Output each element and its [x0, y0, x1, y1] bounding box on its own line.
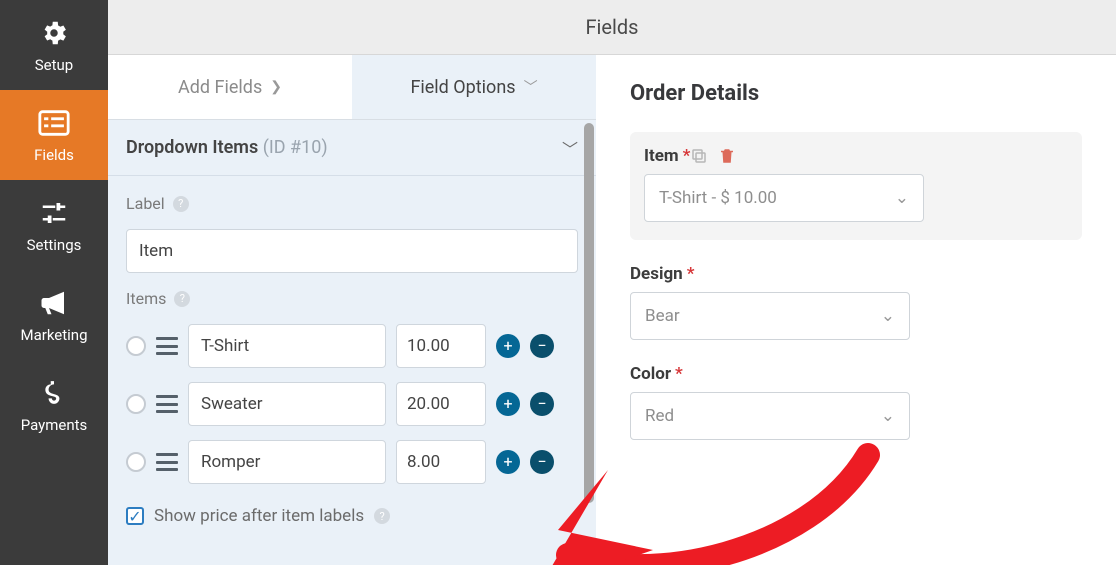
tab-label: Field Options: [410, 77, 515, 98]
label-input[interactable]: [126, 229, 578, 273]
item-name-input[interactable]: [188, 382, 386, 426]
preview-title: Order Details: [630, 81, 1082, 106]
chevron-right-icon: ❯: [270, 79, 282, 95]
options-panel: Add Fields ❯ Field Options ﹀ Dropdown It…: [108, 55, 596, 565]
default-radio[interactable]: [126, 336, 146, 356]
preview-field-color[interactable]: Color* Red ⌄: [630, 364, 1082, 440]
main-column: Fields Add Fields ❯ Field Options ﹀ Drop…: [108, 0, 1116, 565]
sidebar-item-marketing[interactable]: Marketing: [0, 270, 108, 360]
item-name-input[interactable]: [188, 324, 386, 368]
label-heading: Label ?: [126, 194, 578, 213]
checkbox-label: Show price after item labels: [154, 506, 364, 526]
section-id: (ID #10): [263, 137, 328, 158]
sidebar-item-settings[interactable]: Settings: [0, 180, 108, 270]
select-value: T-Shirt - $ 10.00: [659, 188, 777, 208]
topbar: Fields: [108, 0, 1116, 55]
tab-field-options[interactable]: Field Options ﹀: [352, 55, 596, 119]
help-icon[interactable]: ?: [174, 291, 190, 307]
items-list: + − + −: [126, 324, 578, 484]
duplicate-icon[interactable]: [690, 147, 708, 165]
gear-icon: [37, 16, 71, 50]
tab-label: Add Fields: [178, 77, 262, 98]
remove-item-button[interactable]: −: [530, 392, 554, 416]
chevron-down-icon: ⌄: [881, 406, 895, 426]
list-icon: [37, 106, 71, 140]
show-price-checkbox-row[interactable]: ✓ Show price after item labels ?: [126, 500, 578, 526]
trash-icon[interactable]: [718, 147, 736, 165]
design-select[interactable]: Bear ⌄: [630, 292, 910, 340]
default-radio[interactable]: [126, 394, 146, 414]
item-price-input[interactable]: [396, 324, 486, 368]
scrollbar[interactable]: [582, 55, 596, 565]
sidebar-item-label: Setup: [35, 56, 73, 74]
select-value: Red: [645, 406, 674, 426]
sidebar-item-label: Marketing: [20, 326, 87, 344]
item-row: + −: [126, 324, 578, 368]
item-name-input[interactable]: [188, 440, 386, 484]
tab-add-fields[interactable]: Add Fields ❯: [108, 55, 352, 119]
item-price-input[interactable]: [396, 440, 486, 484]
items-heading: Items ?: [126, 289, 578, 308]
required-asterisk: *: [687, 264, 695, 284]
drag-handle-icon[interactable]: [156, 453, 178, 471]
preview-field-item[interactable]: Item* T-Shirt - $ 10.00 ⌄: [630, 132, 1082, 240]
item-row: + −: [126, 382, 578, 426]
preview-field-design[interactable]: Design* Bear ⌄: [630, 264, 1082, 340]
form-preview: Order Details Item* T-Shirt - $ 10.00: [596, 55, 1116, 565]
item-select[interactable]: T-Shirt - $ 10.00 ⌄: [644, 174, 924, 222]
sidebar-item-setup[interactable]: Setup: [0, 0, 108, 90]
help-icon[interactable]: ?: [173, 196, 189, 212]
remove-item-button[interactable]: −: [530, 334, 554, 358]
sidebar-item-label: Payments: [21, 416, 88, 434]
page-title: Fields: [586, 15, 639, 39]
item-row: + −: [126, 440, 578, 484]
add-item-button[interactable]: +: [496, 334, 520, 358]
chevron-down-icon: ﹀: [562, 136, 578, 160]
sidebar-item-payments[interactable]: Payments: [0, 360, 108, 450]
checkbox-icon[interactable]: ✓: [126, 507, 144, 525]
required-asterisk: *: [675, 364, 683, 384]
sidebar-item-label: Settings: [27, 236, 82, 254]
help-icon[interactable]: ?: [374, 508, 390, 524]
dollar-icon: [37, 376, 71, 410]
section-header[interactable]: Dropdown Items (ID #10) ﹀: [108, 120, 596, 176]
item-price-input[interactable]: [396, 382, 486, 426]
sliders-icon: [37, 196, 71, 230]
add-item-button[interactable]: +: [496, 392, 520, 416]
sidebar-item-fields[interactable]: Fields: [0, 90, 108, 180]
drag-handle-icon[interactable]: [156, 395, 178, 413]
field-label: Color: [630, 364, 671, 384]
drag-handle-icon[interactable]: [156, 337, 178, 355]
select-value: Bear: [645, 306, 680, 326]
sidebar: Setup Fields Settings Marketing Payments: [0, 0, 108, 565]
field-label: Design: [630, 264, 683, 284]
sidebar-item-label: Fields: [34, 146, 74, 164]
default-radio[interactable]: [126, 452, 146, 472]
color-select[interactable]: Red ⌄: [630, 392, 910, 440]
remove-item-button[interactable]: −: [530, 450, 554, 474]
panel-tabs: Add Fields ❯ Field Options ﹀: [108, 55, 596, 120]
bullhorn-icon: [37, 286, 71, 320]
chevron-down-icon: ﹀: [524, 77, 538, 97]
required-asterisk: *: [683, 146, 691, 166]
chevron-down-icon: ⌄: [895, 188, 909, 208]
add-item-button[interactable]: +: [496, 450, 520, 474]
scrollbar-thumb[interactable]: [584, 123, 594, 503]
section-title: Dropdown Items (ID #10): [126, 137, 328, 158]
field-label: Item: [644, 146, 679, 166]
chevron-down-icon: ⌄: [881, 306, 895, 326]
